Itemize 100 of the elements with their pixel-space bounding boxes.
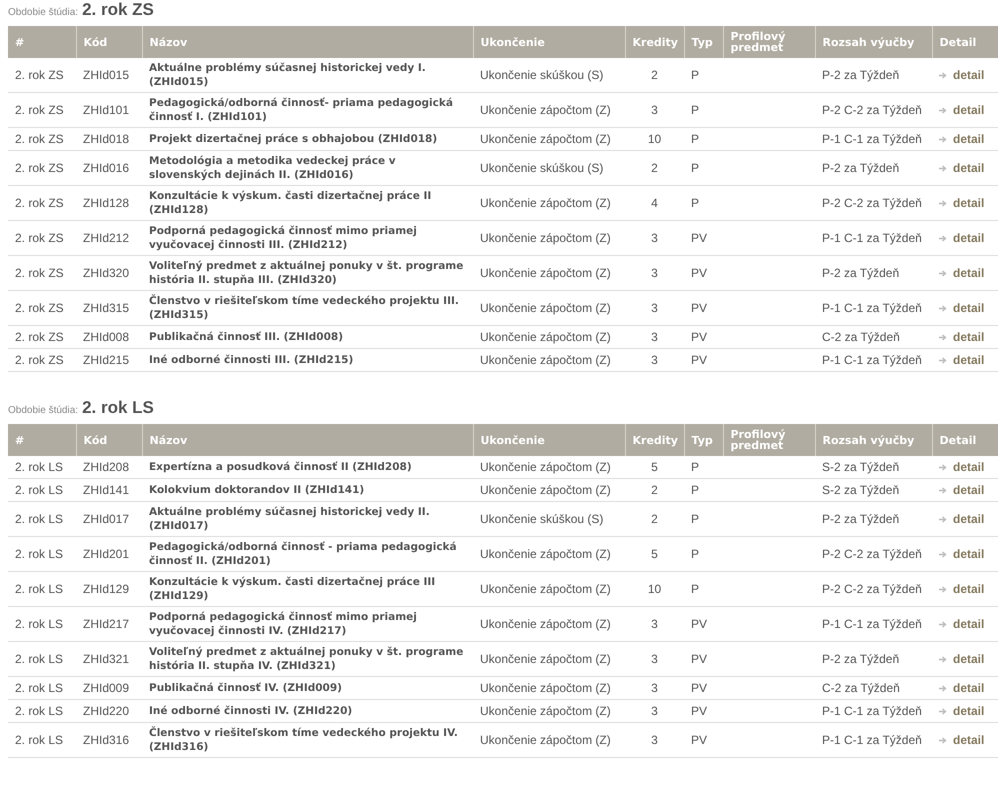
table-cell: P — [684, 128, 723, 150]
table-cell: ZHId008 — [76, 326, 142, 348]
detail-link[interactable]: detail — [939, 482, 984, 498]
column-header: Názov — [142, 26, 473, 58]
table-cell: 3 — [625, 256, 684, 290]
table-cell: Ukončenie zápočtom (Z) — [473, 256, 625, 290]
table-cell: P-2 C-2 za Týždeň — [815, 536, 932, 572]
course-name: Pedagogická/odborná činnosť - priama pedagogická činnosť II. (ZHId201) — [142, 536, 473, 572]
table-cell: Ukončenie skúškou (S) — [473, 502, 625, 536]
arrow-icon — [939, 234, 947, 242]
course-name: Metodológia a metodika vedeckej práce v slovenských dejinách II. (ZHId016) — [142, 150, 473, 186]
column-header: Kód — [76, 424, 142, 456]
detail-link[interactable]: detail — [939, 582, 984, 596]
table-cell: P-2 za Týždeň — [815, 256, 932, 290]
table-cell: PV — [684, 606, 723, 642]
detail-link[interactable]: detail — [939, 230, 984, 246]
course-name: Podporná pedagogická činnosť mimo priamej vyučovacej činnosti III. (ZHId212) — [142, 220, 473, 256]
table-cell: P-2 C-2 za Týždeň — [815, 92, 932, 128]
table-cell: ZHId128 — [76, 186, 142, 220]
table-cell: Ukončenie skúškou (S) — [473, 58, 625, 92]
column-header: Detail — [932, 424, 998, 456]
detail-link[interactable]: detail — [939, 652, 984, 666]
table-cell: ZHId141 — [76, 478, 142, 502]
table-cell: P-1 C-1 za Týždeň — [815, 722, 932, 758]
table-cell: P-2 za Týždeň — [815, 58, 932, 92]
table-cell: Ukončenie skúškou (S) — [473, 150, 625, 186]
detail-link[interactable]: detail — [939, 704, 984, 718]
detail-link[interactable]: detail — [939, 512, 984, 526]
detail-link[interactable]: detail — [939, 196, 984, 210]
table-cell: P-2 za Týždeň — [815, 150, 932, 186]
table-cell: P-1 C-1 za Týždeň — [815, 606, 932, 642]
arrow-icon — [939, 550, 947, 558]
table-cell: 2. rok LS — [8, 700, 76, 722]
detail-link[interactable]: detail — [939, 352, 984, 368]
table-cell: P-1 C-1 za Týždeň — [815, 348, 932, 372]
period-label: Obdobie štúdia: — [8, 405, 78, 416]
column-header: Profilový predmet — [723, 26, 815, 58]
detail-link[interactable]: detail — [939, 460, 984, 474]
table-cell: 3 — [625, 348, 684, 372]
column-header: Kredity — [625, 26, 684, 58]
table-cell: Ukončenie zápočtom (Z) — [473, 290, 625, 326]
table-cell: 2. rok ZS — [8, 290, 76, 326]
arrow-icon — [939, 334, 947, 340]
table-cell: P-2 C-2 za Týždeň — [815, 186, 932, 220]
table-cell: P-2 za Týždeň — [815, 502, 932, 536]
course-name: Publikačná činnosť IV. (ZHId009) — [142, 676, 473, 700]
period-title: 2. rok LS — [82, 398, 154, 418]
table-cell: 2. rok ZS — [8, 128, 76, 150]
detail-link[interactable]: detail — [939, 616, 984, 632]
table-cell: ZHId208 — [76, 456, 142, 478]
table-cell: 3 — [625, 700, 684, 722]
course-name: Pedagogická/odborná činnosť- priama pedagogická činnosť I. (ZHId101) — [142, 92, 473, 128]
detail-link[interactable]: detail — [939, 132, 984, 146]
table-cell: 2. rok LS — [8, 676, 76, 700]
detail-link[interactable]: detail — [939, 546, 984, 562]
table-cell: 3 — [625, 606, 684, 642]
detail-link[interactable]: detail — [939, 68, 984, 82]
column-header: Kód — [76, 26, 142, 58]
table-cell: P-1 C-1 za Týždeň — [815, 128, 932, 150]
table-cell: 2. rok LS — [8, 478, 76, 502]
arrow-icon — [939, 656, 947, 662]
arrow-icon — [939, 106, 947, 114]
course-name: Kolokvium doktorandov II (ZHId141) — [142, 478, 473, 502]
table-cell: ZHId217 — [76, 606, 142, 642]
table-cell: C-2 za Týždeň — [815, 676, 932, 700]
table-cell: P — [684, 456, 723, 478]
table-cell: 3 — [625, 722, 684, 758]
table-cell: Ukončenie zápočtom (Z) — [473, 478, 625, 502]
table-cell: 2. rok ZS — [8, 92, 76, 128]
table-cell: Ukončenie zápočtom (Z) — [473, 326, 625, 348]
table-cell: 3 — [625, 220, 684, 256]
column-header: Typ — [684, 26, 723, 58]
table-cell: Ukončenie zápočtom (Z) — [473, 348, 625, 372]
table-cell: P-1 C-1 za Týždeň — [815, 290, 932, 326]
detail-link[interactable]: detail — [939, 300, 984, 316]
detail-link[interactable]: detail — [939, 266, 984, 280]
table-cell: Ukončenie zápočtom (Z) — [473, 676, 625, 700]
arrow-icon — [939, 486, 947, 494]
arrow-icon — [939, 586, 947, 592]
table-cell: 3 — [625, 326, 684, 348]
detail-link[interactable]: detail — [939, 330, 984, 344]
detail-link[interactable]: detail — [939, 102, 984, 118]
table-cell: P-2 za Týždeň — [815, 642, 932, 676]
table-cell: ZHId015 — [76, 58, 142, 92]
table-cell: 2. rok ZS — [8, 220, 76, 256]
table-cell: 10 — [625, 128, 684, 150]
course-name: Voliteľný predmet z aktuálnej ponuky v št. programe história II. stupňa III. (ZHId320) — [142, 256, 473, 290]
table-cell: ZHId315 — [76, 290, 142, 326]
table-cell: Ukončenie zápočtom (Z) — [473, 456, 625, 478]
detail-link[interactable]: detail — [939, 160, 984, 176]
column-header: Typ — [684, 424, 723, 456]
table-cell: PV — [684, 326, 723, 348]
column-header: Rozsah výučby — [815, 424, 932, 456]
table-cell: PV — [684, 722, 723, 758]
column-header: Kredity — [625, 424, 684, 456]
column-header: # — [8, 26, 76, 58]
detail-link[interactable]: detail — [939, 680, 984, 696]
detail-link[interactable]: detail — [939, 732, 984, 748]
table-cell: S-2 za Týždeň — [815, 456, 932, 478]
table-cell: P — [684, 186, 723, 220]
